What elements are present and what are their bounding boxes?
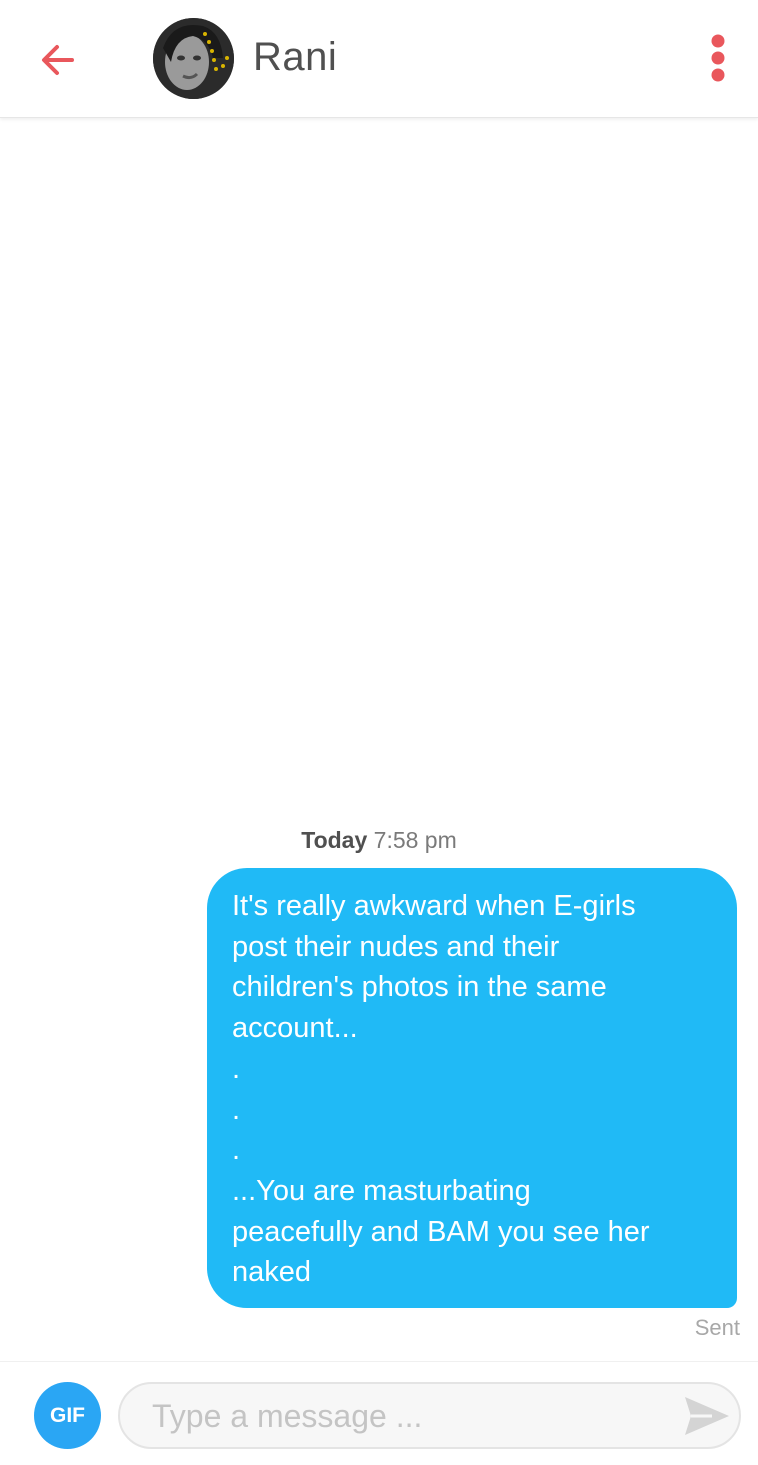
profile-photo	[153, 18, 234, 99]
timestamp-time: 7:58 pm	[373, 827, 457, 853]
message-line: children's photos in the same	[232, 971, 607, 1004]
arrow-left-icon	[42, 45, 74, 75]
timestamp-day: Today	[301, 827, 368, 853]
gif-button[interactable]: GIF	[34, 1382, 101, 1449]
message-line: ...You are masturbating	[232, 1174, 531, 1207]
message-input-container[interactable]	[118, 1382, 741, 1449]
send-icon	[685, 1397, 729, 1435]
outgoing-message-bubble[interactable]: It's really awkward when E-girls post th…	[207, 868, 737, 1308]
kebab-menu-icon	[711, 34, 725, 82]
message-line: peacefully and BAM you see her	[232, 1215, 650, 1248]
message-timestamp: Today 7:58 pm	[0, 827, 758, 854]
back-button[interactable]	[36, 38, 80, 82]
message-line: .	[232, 1052, 241, 1085]
message-line: account...	[232, 1012, 358, 1045]
send-button[interactable]	[682, 1394, 732, 1438]
message-status: Sent	[694, 1315, 740, 1340]
message-line: .	[232, 1093, 241, 1126]
message-line: post their nudes and their	[232, 930, 560, 963]
message-line: It's really awkward when E-girls	[232, 890, 636, 922]
avatar[interactable]	[153, 18, 234, 99]
contact-name[interactable]: Rani	[253, 35, 337, 80]
message-line: .	[232, 1134, 241, 1167]
message-input[interactable]	[152, 1392, 672, 1440]
more-options-button[interactable]	[700, 32, 736, 88]
chat-header: Rani	[0, 0, 758, 118]
message-list[interactable]: Today 7:58 pm It's really awkward when E…	[0, 119, 758, 1361]
message-composer: GIF	[0, 1361, 758, 1465]
message-line: naked	[232, 1256, 312, 1289]
